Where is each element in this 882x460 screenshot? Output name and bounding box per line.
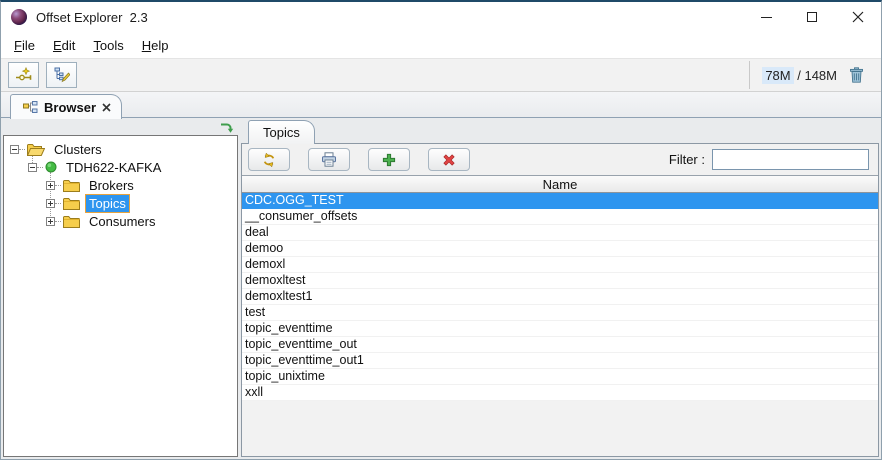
maximize-icon <box>807 12 817 22</box>
edit-connection-button[interactable] <box>46 62 77 88</box>
folder-open-icon <box>27 143 45 156</box>
tree-item-label: Brokers <box>89 177 134 193</box>
title-bar: Offset Explorer 2.3 <box>1 2 881 32</box>
edit-icon <box>54 67 70 83</box>
table-row[interactable]: topic_eventtime <box>242 321 878 337</box>
table-row[interactable]: demoxltest <box>242 273 878 289</box>
topics-toolbar: Filter : <box>242 144 878 175</box>
collapse-tree-button[interactable] <box>219 120 234 134</box>
memory-total: 148M <box>804 67 837 83</box>
menu-help[interactable]: Help <box>133 35 178 56</box>
close-icon <box>852 11 864 23</box>
folder-icon <box>63 215 80 228</box>
expander-plus-icon[interactable] <box>46 216 55 226</box>
expander-minus-icon[interactable] <box>10 144 19 154</box>
maximize-button[interactable] <box>789 2 835 32</box>
table-row[interactable]: __consumer_offsets <box>242 209 878 225</box>
folder-icon <box>63 179 80 192</box>
minimize-icon <box>760 16 772 18</box>
window-title: Offset Explorer 2.3 <box>36 9 148 25</box>
tree-item-label: TDH622-KAFKA <box>66 159 162 175</box>
green-status-dot-icon <box>45 161 57 173</box>
plus-icon <box>382 153 396 166</box>
tree-item-label-selected: Topics <box>85 193 130 213</box>
tree-item-label: Consumers <box>89 213 156 229</box>
table-header-name[interactable]: Name <box>242 176 878 193</box>
refresh-icon <box>263 152 275 167</box>
topics-table: Name CDC.OGG_TEST __consumer_offsets dea… <box>242 175 878 456</box>
expander-minus-icon[interactable] <box>28 162 37 172</box>
refresh-button[interactable] <box>248 148 290 171</box>
print-icon <box>322 152 336 167</box>
delete-x-icon <box>443 153 455 166</box>
tab-topics[interactable]: Topics <box>248 120 315 144</box>
table-row[interactable]: demoo <box>242 241 878 257</box>
window-controls <box>743 2 881 32</box>
tree-panel-toolbar <box>3 118 238 135</box>
tab-browser[interactable]: Browser <box>10 94 123 119</box>
memory-used: 78M <box>762 66 794 84</box>
memory-indicator: 78M / 148M <box>762 66 837 84</box>
memory-separator: / <box>793 67 805 83</box>
table-row[interactable]: test <box>242 305 878 321</box>
toolbar-separator <box>749 61 751 89</box>
browser-tree-icon <box>23 100 38 113</box>
minimize-button[interactable] <box>743 2 789 32</box>
trash-icon <box>850 67 863 83</box>
print-button[interactable] <box>308 148 350 171</box>
app-window: Offset Explorer 2.3 File Edit Tools Help <box>0 0 882 460</box>
add-topic-button[interactable] <box>368 148 410 171</box>
expander-plus-icon[interactable] <box>46 198 55 208</box>
app-icon <box>11 9 27 25</box>
add-connection-button[interactable] <box>8 62 39 88</box>
close-button[interactable] <box>835 2 881 32</box>
main-content: Clusters TDH622-KAFKA Brokers Topics Con… <box>1 117 881 459</box>
tab-browser-label: Browser <box>44 99 97 115</box>
tree-item-clusters[interactable]: Clusters <box>4 140 237 158</box>
cluster-tree: Clusters TDH622-KAFKA Brokers Topics Con… <box>3 135 238 457</box>
table-row[interactable]: deal <box>242 225 878 241</box>
tree-item-cluster-tdh622-kafka[interactable]: TDH622-KAFKA <box>4 158 237 176</box>
tree-item-brokers[interactable]: Brokers <box>4 176 237 194</box>
add-connection-icon <box>15 67 31 81</box>
menu-bar: File Edit Tools Help <box>1 32 881 58</box>
expander-plus-icon[interactable] <box>46 180 55 190</box>
table-row[interactable]: demoxl <box>242 257 878 273</box>
menu-file[interactable]: File <box>5 35 44 56</box>
delete-topic-button[interactable] <box>428 148 470 171</box>
table-row[interactable]: xxll <box>242 385 878 401</box>
table-row-selected[interactable]: CDC.OGG_TEST <box>242 193 878 209</box>
topics-panel: Topics Filter: Name CDC.OGG_TEST __cons… <box>241 118 879 457</box>
table-row[interactable]: demoxltest1 <box>242 289 878 305</box>
menu-tools[interactable]: Tools <box>84 35 132 56</box>
tab-close-icon[interactable] <box>102 102 111 112</box>
collapse-arrow-icon <box>221 123 234 133</box>
view-tab-row: Browser <box>1 92 881 119</box>
table-row[interactable]: topic_eventtime_out <box>242 337 878 353</box>
topics-panel-body: Filter : Name CDC.OGG_TEST __consumer_of… <box>241 143 879 457</box>
folder-icon <box>63 197 80 210</box>
run-garbage-collect-button[interactable] <box>849 67 864 83</box>
main-toolbar: 78M / 148M <box>1 58 881 92</box>
tree-item-consumers[interactable]: Consumers <box>4 212 237 230</box>
tree-item-topics[interactable]: Topics <box>4 193 237 213</box>
tree-item-label: Clusters <box>54 141 102 157</box>
filter-input[interactable] <box>712 149 869 170</box>
table-row[interactable]: topic_eventtime_out1 <box>242 353 878 369</box>
menu-edit[interactable]: Edit <box>44 35 84 56</box>
filter-label: Filter : <box>668 152 705 167</box>
table-row[interactable]: topic_unixtime <box>242 369 878 385</box>
tab-topics-label: Topics <box>263 125 300 140</box>
